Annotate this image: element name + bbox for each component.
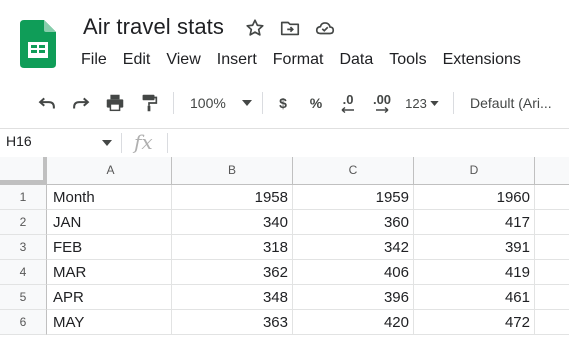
cell-c1[interactable]: 1959 [293, 185, 414, 210]
zoom-value: 100% [190, 95, 226, 111]
arrow-right-icon [376, 107, 389, 113]
menu-edit[interactable]: Edit [123, 51, 151, 73]
cell-d5[interactable]: 461 [414, 285, 535, 310]
star-icon[interactable] [244, 17, 266, 39]
row-header[interactable]: 3 [0, 235, 47, 260]
decrease-decimal-button[interactable]: .0 [336, 92, 360, 114]
font-family-value: Default (Ari... [470, 95, 552, 111]
toolbar-divider [262, 92, 263, 114]
cell-c4[interactable]: 406 [293, 260, 414, 285]
cell-d1[interactable]: 1960 [414, 185, 535, 210]
name-box[interactable]: H16 [6, 133, 32, 149]
select-all-corner[interactable] [0, 157, 47, 184]
formula-divider [121, 133, 122, 153]
chevron-down-icon [430, 100, 439, 106]
increase-decimal-button[interactable]: .00 [368, 92, 396, 114]
cell-a2[interactable]: JAN [47, 210, 172, 235]
column-header-c[interactable]: C [293, 157, 414, 184]
undo-icon[interactable] [36, 92, 58, 114]
document-title[interactable]: Air travel stats [83, 14, 224, 40]
cell-a4[interactable]: MAR [47, 260, 172, 285]
cell-c2[interactable]: 360 [293, 210, 414, 235]
cell-a3[interactable]: FEB [47, 235, 172, 260]
number-format-label: 123 [405, 95, 427, 111]
menu-insert[interactable]: Insert [217, 51, 257, 73]
row-header[interactable]: 5 [0, 285, 47, 310]
cell-d3[interactable]: 391 [414, 235, 535, 260]
sheets-logo-icon[interactable] [20, 20, 56, 68]
app-header: Air travel stats File Edit View Insert F… [0, 0, 569, 80]
zoom-select[interactable]: 100% [183, 92, 255, 114]
formula-bar: H16 fx [0, 128, 569, 158]
cell-a6[interactable]: MAY [47, 310, 172, 335]
cell-e1[interactable] [535, 185, 569, 210]
chevron-down-icon[interactable] [102, 140, 112, 146]
toolbar: 100% $ % .0 .00 123 Default (Ari... [0, 82, 569, 124]
menu-view[interactable]: View [166, 51, 200, 73]
row-header[interactable]: 1 [0, 185, 47, 210]
row-header[interactable]: 2 [0, 210, 47, 235]
cell-b1[interactable]: 1958 [172, 185, 293, 210]
menu-format[interactable]: Format [273, 51, 324, 73]
menu-tools[interactable]: Tools [389, 51, 426, 73]
decrease-decimal-label: .0 [342, 92, 354, 107]
cell-e6[interactable] [535, 310, 569, 335]
cell-b3[interactable]: 318 [172, 235, 293, 260]
column-header-a[interactable]: A [50, 157, 172, 184]
column-header-b[interactable]: B [172, 157, 293, 184]
cell-e4[interactable] [535, 260, 569, 285]
cloud-saved-icon[interactable] [314, 17, 336, 39]
cell-e2[interactable] [535, 210, 569, 235]
cell-c3[interactable]: 342 [293, 235, 414, 260]
paint-format-icon[interactable] [138, 92, 160, 114]
toolbar-divider [173, 92, 174, 114]
number-format-select[interactable]: 123 [402, 92, 442, 114]
cell-c5[interactable]: 396 [293, 285, 414, 310]
percent-format-button[interactable]: % [306, 92, 326, 114]
cell-d6[interactable]: 472 [414, 310, 535, 335]
move-to-folder-icon[interactable] [279, 17, 301, 39]
cell-b2[interactable]: 340 [172, 210, 293, 235]
font-family-select[interactable]: Default (Ari... [470, 92, 569, 114]
print-icon[interactable] [104, 92, 126, 114]
column-header-row: A B C D [0, 157, 569, 185]
menu-data[interactable]: Data [339, 51, 373, 73]
row-header[interactable]: 4 [0, 260, 47, 285]
cell-b6[interactable]: 363 [172, 310, 293, 335]
redo-icon[interactable] [70, 92, 92, 114]
formula-input[interactable] [176, 134, 556, 152]
currency-format-button[interactable]: $ [274, 92, 292, 114]
menu-extensions[interactable]: Extensions [443, 51, 521, 73]
chevron-down-icon [241, 100, 252, 106]
cell-b4[interactable]: 362 [172, 260, 293, 285]
cell-c6[interactable]: 420 [293, 310, 414, 335]
arrow-left-icon [341, 107, 354, 113]
increase-decimal-label: .00 [372, 92, 392, 107]
cell-d2[interactable]: 417 [414, 210, 535, 235]
row-header[interactable]: 6 [0, 310, 47, 335]
cell-e3[interactable] [535, 235, 569, 260]
cell-b5[interactable]: 348 [172, 285, 293, 310]
menu-bar: File Edit View Insert Format Data Tools … [81, 51, 537, 73]
column-header-d[interactable]: D [414, 157, 535, 184]
cell-a5[interactable]: APR [47, 285, 172, 310]
cell-d4[interactable]: 419 [414, 260, 535, 285]
cell-a1[interactable]: Month [47, 185, 172, 210]
toolbar-divider [453, 92, 454, 114]
cell-e5[interactable] [535, 285, 569, 310]
function-icon: fx [134, 130, 153, 154]
formula-divider [167, 133, 168, 153]
column-header-e[interactable] [535, 157, 569, 184]
menu-file[interactable]: File [81, 51, 107, 73]
